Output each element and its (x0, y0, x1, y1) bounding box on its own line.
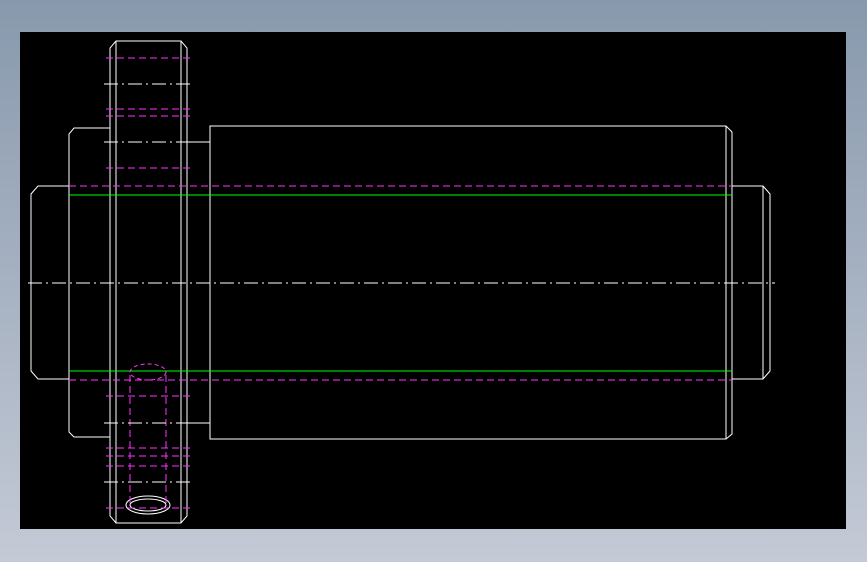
cad-viewport[interactable] (0, 0, 867, 562)
drawing-canvas[interactable] (20, 32, 846, 529)
cad-drawing-svg (0, 0, 867, 562)
